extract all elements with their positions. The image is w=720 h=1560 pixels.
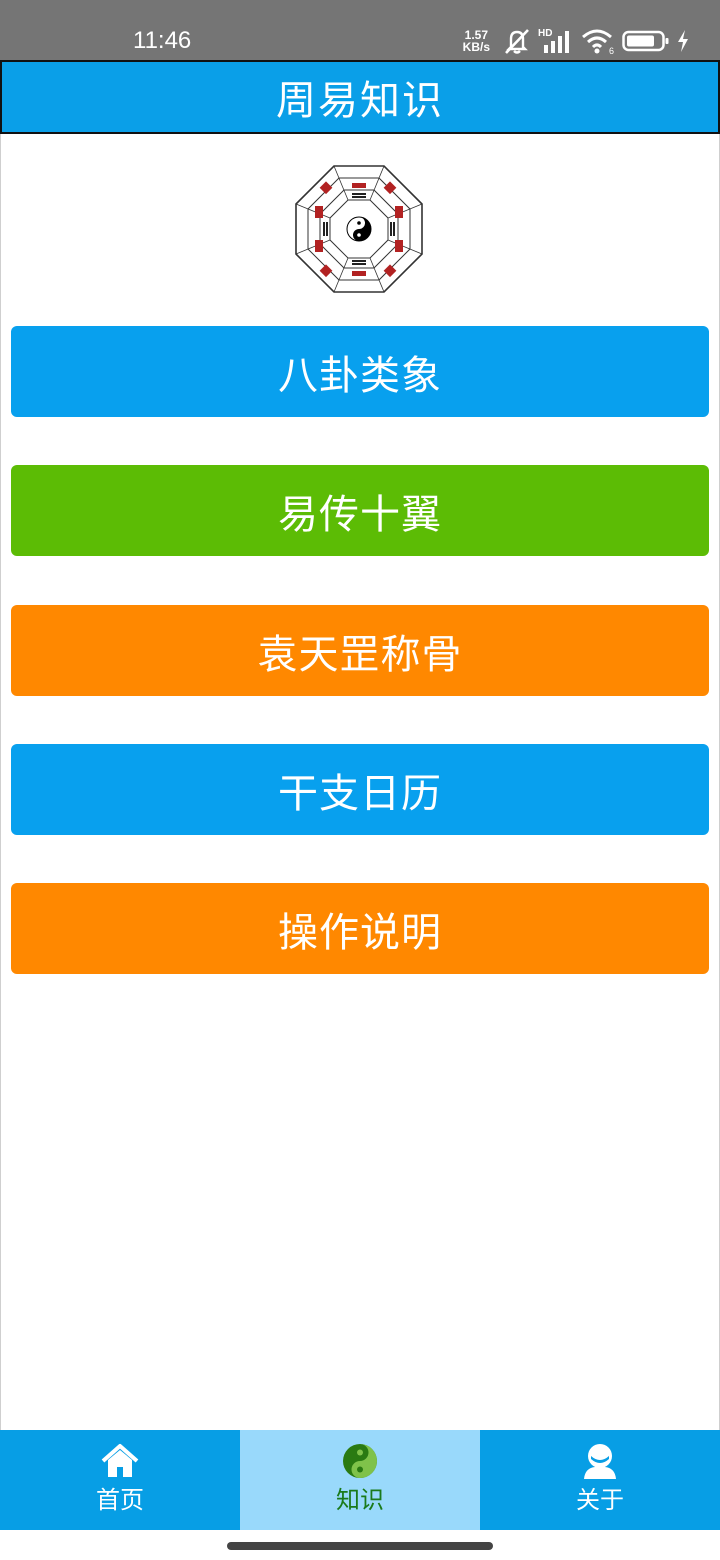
frame-border-left — [0, 134, 1, 1430]
menu-button-instructions[interactable]: 操作说明 — [11, 883, 709, 974]
yin-yang-icon — [343, 1444, 377, 1478]
status-time: 11:46 — [133, 27, 192, 54]
nav-item-home[interactable]: 首页 — [0, 1430, 240, 1530]
gesture-navigation-bar[interactable] — [227, 1542, 493, 1550]
nav-label-knowledge: 知识 — [336, 1486, 384, 1514]
status-icons: 1.57 KB/s HD 6 — [463, 24, 690, 58]
charging-icon — [678, 30, 688, 52]
bagua-diagram-image — [295, 165, 423, 293]
home-icon — [101, 1444, 139, 1477]
menu-button-yizhuan-shiyi[interactable]: 易传十翼 — [11, 465, 709, 556]
nav-label-about: 关于 — [576, 1486, 624, 1514]
nav-item-about[interactable]: 关于 — [480, 1430, 720, 1530]
status-bar: 11:46 1.57 KB/s HD 6 — [0, 0, 720, 60]
network-speed: 1.57 KB/s — [463, 29, 490, 53]
bottom-navigation: 首页 知识 关于 — [0, 1430, 720, 1530]
menu-button-bagua-leixiang[interactable]: 八卦类象 — [11, 326, 709, 417]
menu-button-yuantiangang-chenggu[interactable]: 袁天罡称骨 — [11, 605, 709, 696]
wifi-version-label: 6 — [609, 46, 614, 55]
menu-button-ganzhi-calendar[interactable]: 干支日历 — [11, 744, 709, 835]
nav-item-knowledge[interactable]: 知识 — [240, 1430, 480, 1530]
signal-hd-label: HD — [538, 28, 552, 39]
network-speed-unit: KB/s — [462, 40, 490, 54]
nav-label-home: 首页 — [96, 1486, 144, 1514]
wifi-icon: 6 — [582, 29, 614, 55]
signal-icon: HD — [538, 28, 569, 53]
user-icon — [584, 1444, 616, 1479]
mute-icon — [505, 29, 529, 54]
battery-icon — [622, 30, 669, 52]
title-bar: 周易知识 — [0, 60, 720, 134]
page-title: 周易知识 — [276, 78, 444, 124]
